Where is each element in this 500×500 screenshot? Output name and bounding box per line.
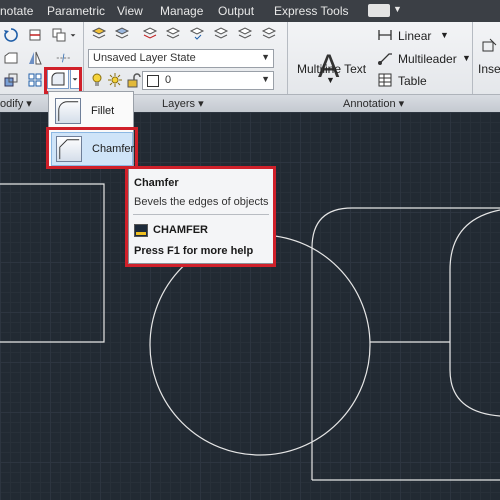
rounded-end-shape (449, 209, 500, 417)
menu-manage[interactable]: Manage (160, 4, 203, 18)
circle-shape (149, 234, 371, 456)
fillet-icon (55, 98, 81, 124)
sun-icon[interactable] (106, 71, 124, 89)
layer-previous-icon[interactable] (260, 24, 278, 42)
fillet-button-highlight (44, 67, 82, 94)
layer-name-value: 0 (165, 74, 172, 86)
multiline-text-label[interactable]: Multiline Text (297, 62, 366, 76)
chevron-down-icon: ▼ (261, 74, 270, 84)
fillet-label: Fillet (91, 105, 115, 117)
rounded-rectangle-shape (311, 207, 500, 480)
chevron-down-icon[interactable]: ▼ (393, 4, 402, 14)
menu-output[interactable]: Output (218, 4, 254, 18)
multileader-label[interactable]: Multileader (398, 52, 457, 66)
annotation-panel-label[interactable]: Annotation ▾ (343, 97, 404, 110)
layer-state-value: Unsaved Layer State (93, 52, 196, 64)
menu-view[interactable]: View (117, 4, 143, 18)
linear-label[interactable]: Linear (398, 29, 431, 43)
trim-icon[interactable] (26, 26, 44, 44)
scale-icon[interactable] (2, 71, 20, 89)
layer-properties-icon[interactable] (90, 24, 108, 42)
fillet-menu-item[interactable]: Fillet (51, 94, 133, 128)
lightbulb-icon[interactable] (88, 71, 106, 89)
chevron-down-icon[interactable]: ▼ (440, 30, 449, 40)
linear-dimension-icon[interactable] (376, 26, 394, 44)
rectangle-shape (0, 183, 105, 343)
chevron-down-icon: ▼ (261, 52, 270, 62)
layer-freeze-icon[interactable] (164, 24, 182, 42)
menu-annotate[interactable]: notate (0, 4, 33, 18)
color-swatch (147, 75, 159, 87)
unlock-icon[interactable] (124, 71, 142, 89)
layer-state-select[interactable]: Unsaved Layer State ▼ (88, 49, 274, 68)
chamfer-item-highlight (46, 127, 138, 169)
layer-isolate-icon[interactable] (141, 24, 159, 42)
layer-lock-icon[interactable] (212, 24, 230, 42)
table-icon[interactable] (376, 71, 394, 89)
menu-parametric[interactable]: Parametric (47, 4, 105, 18)
copy-icon[interactable] (50, 26, 68, 44)
modify-panel-label[interactable]: odify ▾ (0, 97, 32, 110)
multileader-icon[interactable] (376, 49, 394, 67)
mirror-icon[interactable] (26, 49, 44, 67)
array-icon[interactable] (26, 71, 44, 89)
menu-bar: notate Parametric View Manage Output Exp… (0, 0, 500, 22)
insert-label[interactable]: Inse (478, 62, 500, 76)
rotate-icon[interactable] (2, 26, 20, 44)
insert-block-icon[interactable] (479, 36, 499, 56)
menu-express-tools[interactable]: Express Tools (274, 4, 348, 18)
chevron-down-icon[interactable]: ▼ (326, 75, 335, 85)
layer-select[interactable]: 0 ▼ (142, 71, 274, 90)
explode-icon[interactable] (52, 49, 76, 67)
chevron-down-icon[interactable]: ▼ (462, 53, 471, 63)
layers-panel-label[interactable]: Layers ▾ (162, 97, 204, 110)
tooltip-highlight (125, 166, 276, 267)
table-label[interactable]: Table (398, 74, 427, 88)
stretch-icon[interactable] (2, 49, 20, 67)
chevron-down-icon[interactable] (68, 26, 78, 44)
layer-off-icon[interactable] (188, 24, 206, 42)
layer-states-icon[interactable] (113, 24, 131, 42)
workspace-toggle-icon[interactable] (368, 4, 390, 17)
layer-match-icon[interactable] (236, 24, 254, 42)
